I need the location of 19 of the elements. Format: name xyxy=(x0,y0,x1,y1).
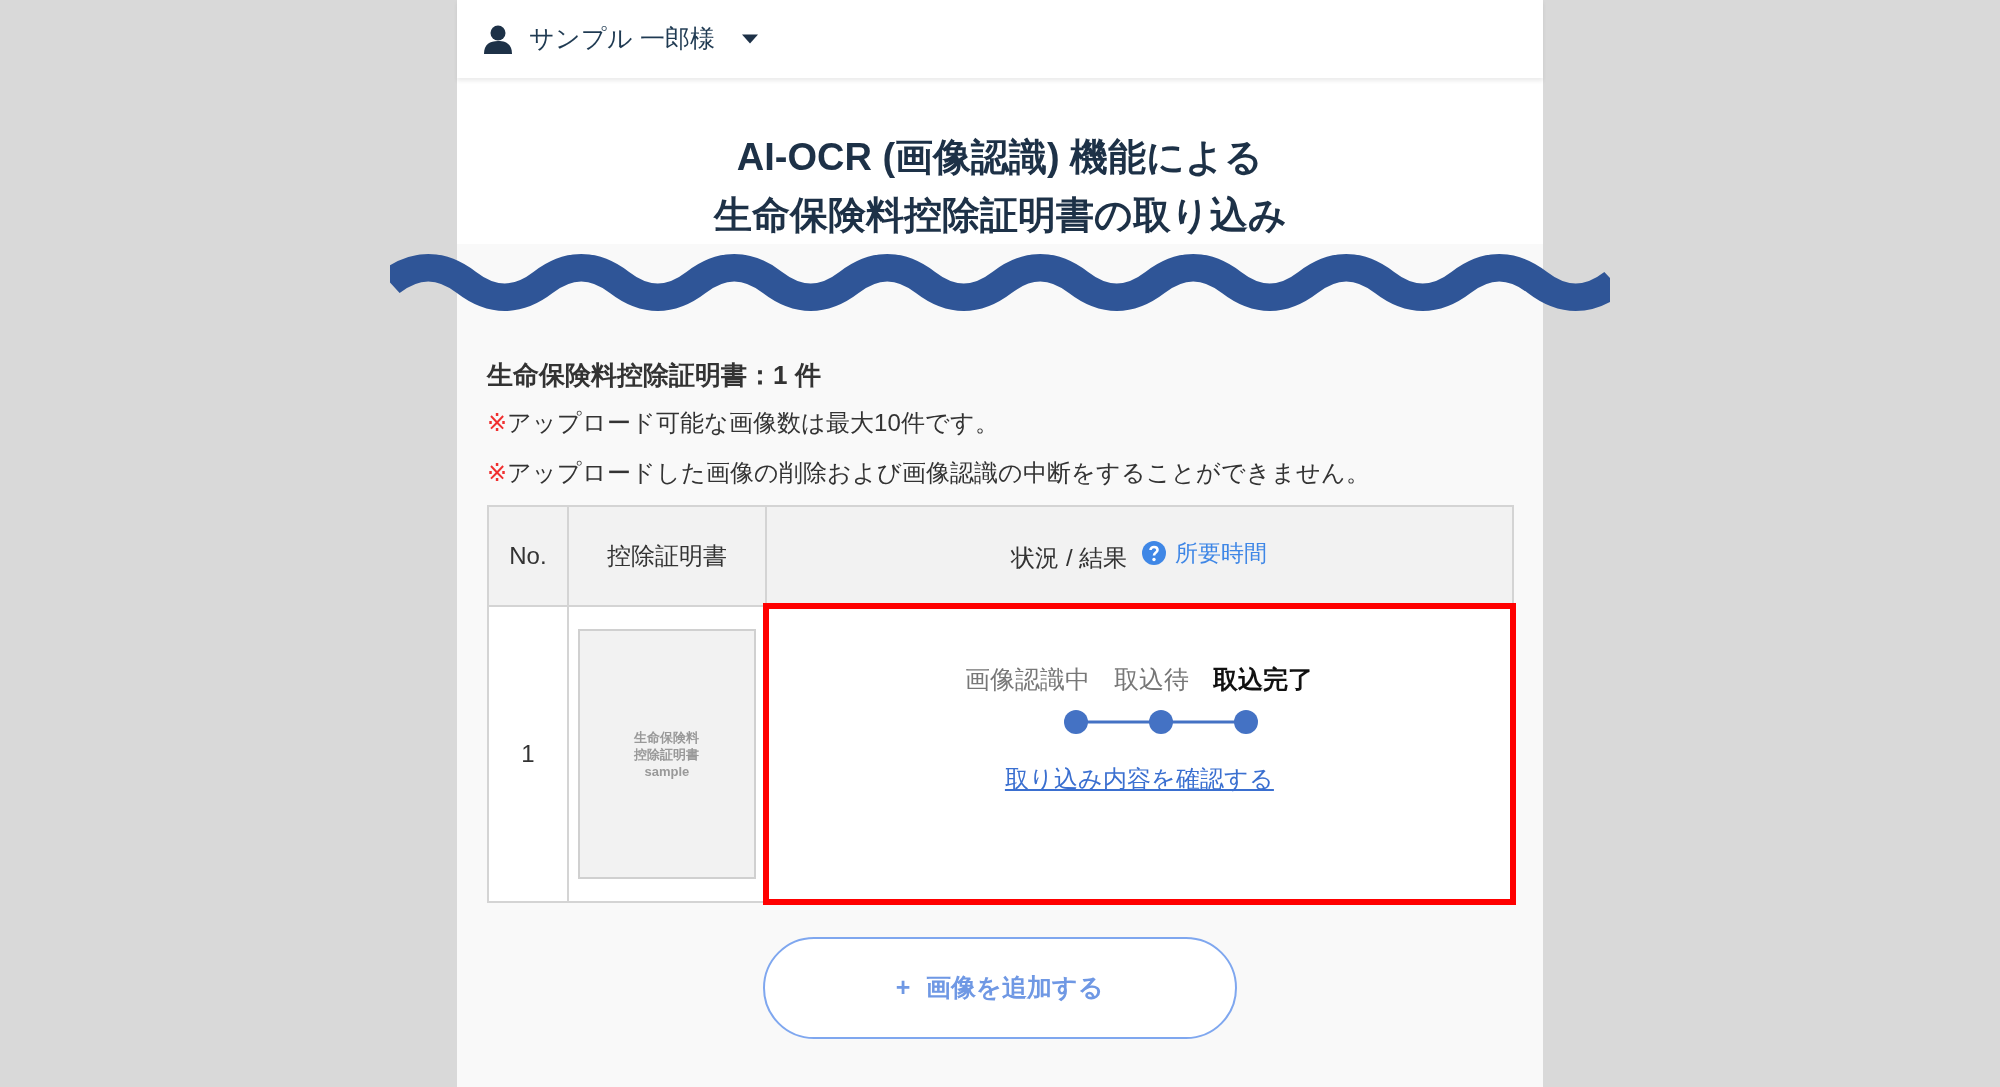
column-header: No. xyxy=(488,506,568,606)
page-title: 生命保険料控除証明書の取り込み xyxy=(712,193,1288,238)
user-name[interactable]: サンプル 一郎様 xyxy=(529,20,715,58)
thumbnail-text: 生命保険料 控除証明書 sample xyxy=(634,728,700,780)
column-header-label: 状況 / 結果 xyxy=(1011,544,1128,572)
page-title: AI-OCR (画像認識) 機能による xyxy=(735,135,1265,180)
help-link[interactable]: 所要時間 xyxy=(1141,535,1268,571)
help-icon[interactable] xyxy=(1141,540,1168,567)
note-text: ※アップロード可能な画像数は最大10件です。 xyxy=(487,408,1000,438)
confirm-link[interactable]: 取り込み内容を確認する xyxy=(1004,764,1274,792)
step-label: 画像認識中 xyxy=(965,664,1091,696)
table-cell: 1 xyxy=(488,606,568,902)
column-header: 控除証明書 xyxy=(567,506,766,606)
step-label: 取込待 xyxy=(1114,664,1190,696)
add-image-button[interactable]: + 画像を追加する xyxy=(763,937,1237,1039)
section-heading: 生命保険料控除証明書：1 件 xyxy=(487,359,822,392)
step-label: 取込完了 xyxy=(1213,664,1314,696)
note-text: ※アップロードした画像の削除および画像認識の中断をすることができません。 xyxy=(487,458,1372,488)
user-icon xyxy=(483,24,513,54)
